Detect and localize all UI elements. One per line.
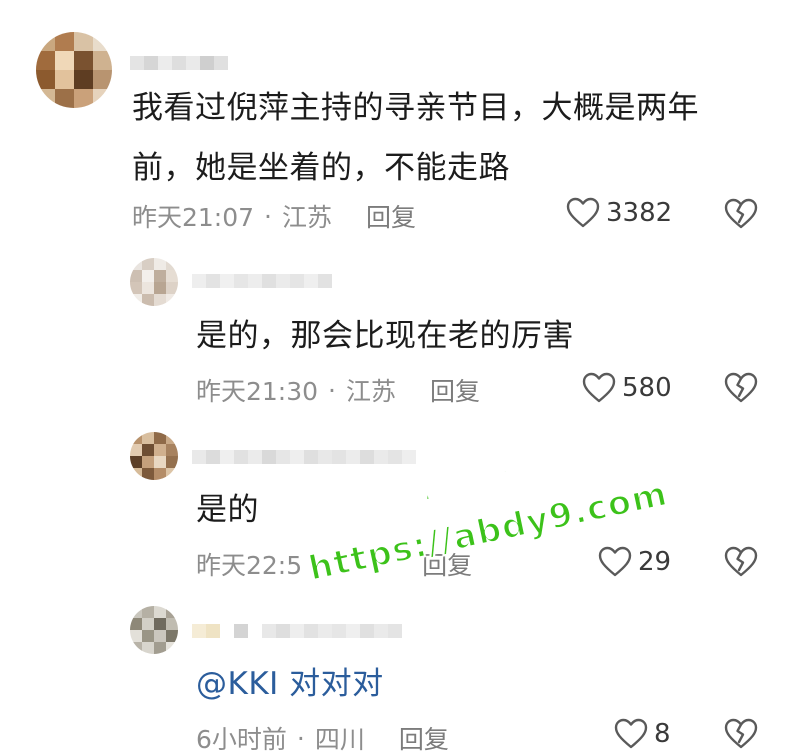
like-button[interactable]: 8	[614, 718, 671, 750]
timestamp: 昨天21:07	[132, 203, 255, 232]
like-count: 3382	[606, 198, 673, 228]
like-count: 580	[622, 373, 672, 403]
location: 江苏	[346, 377, 397, 406]
like-count: 8	[654, 719, 671, 749]
comment-text-line: 是的，那会比现在老的厉害	[196, 318, 574, 354]
heart-outline-icon	[582, 372, 616, 403]
comment-text: 我看过倪萍主持的寻亲节目，大概是两年 前，她是坐着的，不能走路	[132, 78, 699, 198]
like-button[interactable]: 29	[598, 546, 671, 578]
reply-button[interactable]: 回复	[430, 372, 480, 408]
avatar[interactable]	[130, 606, 178, 654]
separator: ·	[328, 375, 336, 405]
comment-text-line: 前，她是坐着的，不能走路	[132, 150, 510, 186]
username-blurred[interactable]	[130, 52, 228, 74]
heart-outline-icon	[566, 197, 600, 228]
heart-outline-icon	[598, 546, 632, 577]
avatar[interactable]	[36, 32, 112, 108]
broken-heart-icon[interactable]	[724, 546, 758, 578]
timestamp: 昨天21:30	[196, 377, 319, 406]
comment-text-line: 我看过倪萍主持的寻亲节目，大概是两年	[132, 90, 699, 126]
comment-meta: 昨天21:07 · 江苏 回复	[132, 198, 416, 234]
comment-text-line: 是的	[196, 492, 259, 528]
avatar[interactable]	[130, 258, 178, 306]
reply-button[interactable]: 回复	[366, 198, 416, 234]
location: 四川	[314, 725, 365, 754]
username-blurred[interactable]	[192, 620, 402, 642]
timestamp: 昨天22:5	[196, 551, 303, 580]
broken-heart-icon[interactable]	[724, 372, 758, 404]
comment-text: @KKI 对对对	[196, 654, 384, 714]
comment-meta: 昨天21:30 · 江苏 回复	[196, 372, 480, 408]
avatar[interactable]	[130, 432, 178, 480]
reply-button[interactable]: 回复	[399, 720, 449, 756]
username-blurred[interactable]	[192, 270, 332, 292]
like-button[interactable]: 580	[582, 372, 672, 404]
separator: ·	[264, 201, 272, 231]
comment-text: 是的	[196, 480, 259, 540]
broken-heart-icon[interactable]	[724, 718, 758, 750]
username-blurred[interactable]	[192, 446, 416, 468]
comment-text: 是的，那会比现在老的厉害	[196, 306, 574, 366]
comment-text-line: @KKI 对对对	[196, 666, 384, 702]
timestamp: 6小时前	[196, 725, 287, 754]
location: 江苏	[282, 203, 333, 232]
like-button[interactable]: 3382	[566, 197, 672, 229]
heart-outline-icon	[614, 718, 648, 749]
comment-meta: 6小时前 · 四川 回复	[196, 720, 449, 756]
separator: ·	[296, 723, 305, 753]
like-count: 29	[638, 547, 672, 577]
broken-heart-icon[interactable]	[724, 198, 758, 230]
